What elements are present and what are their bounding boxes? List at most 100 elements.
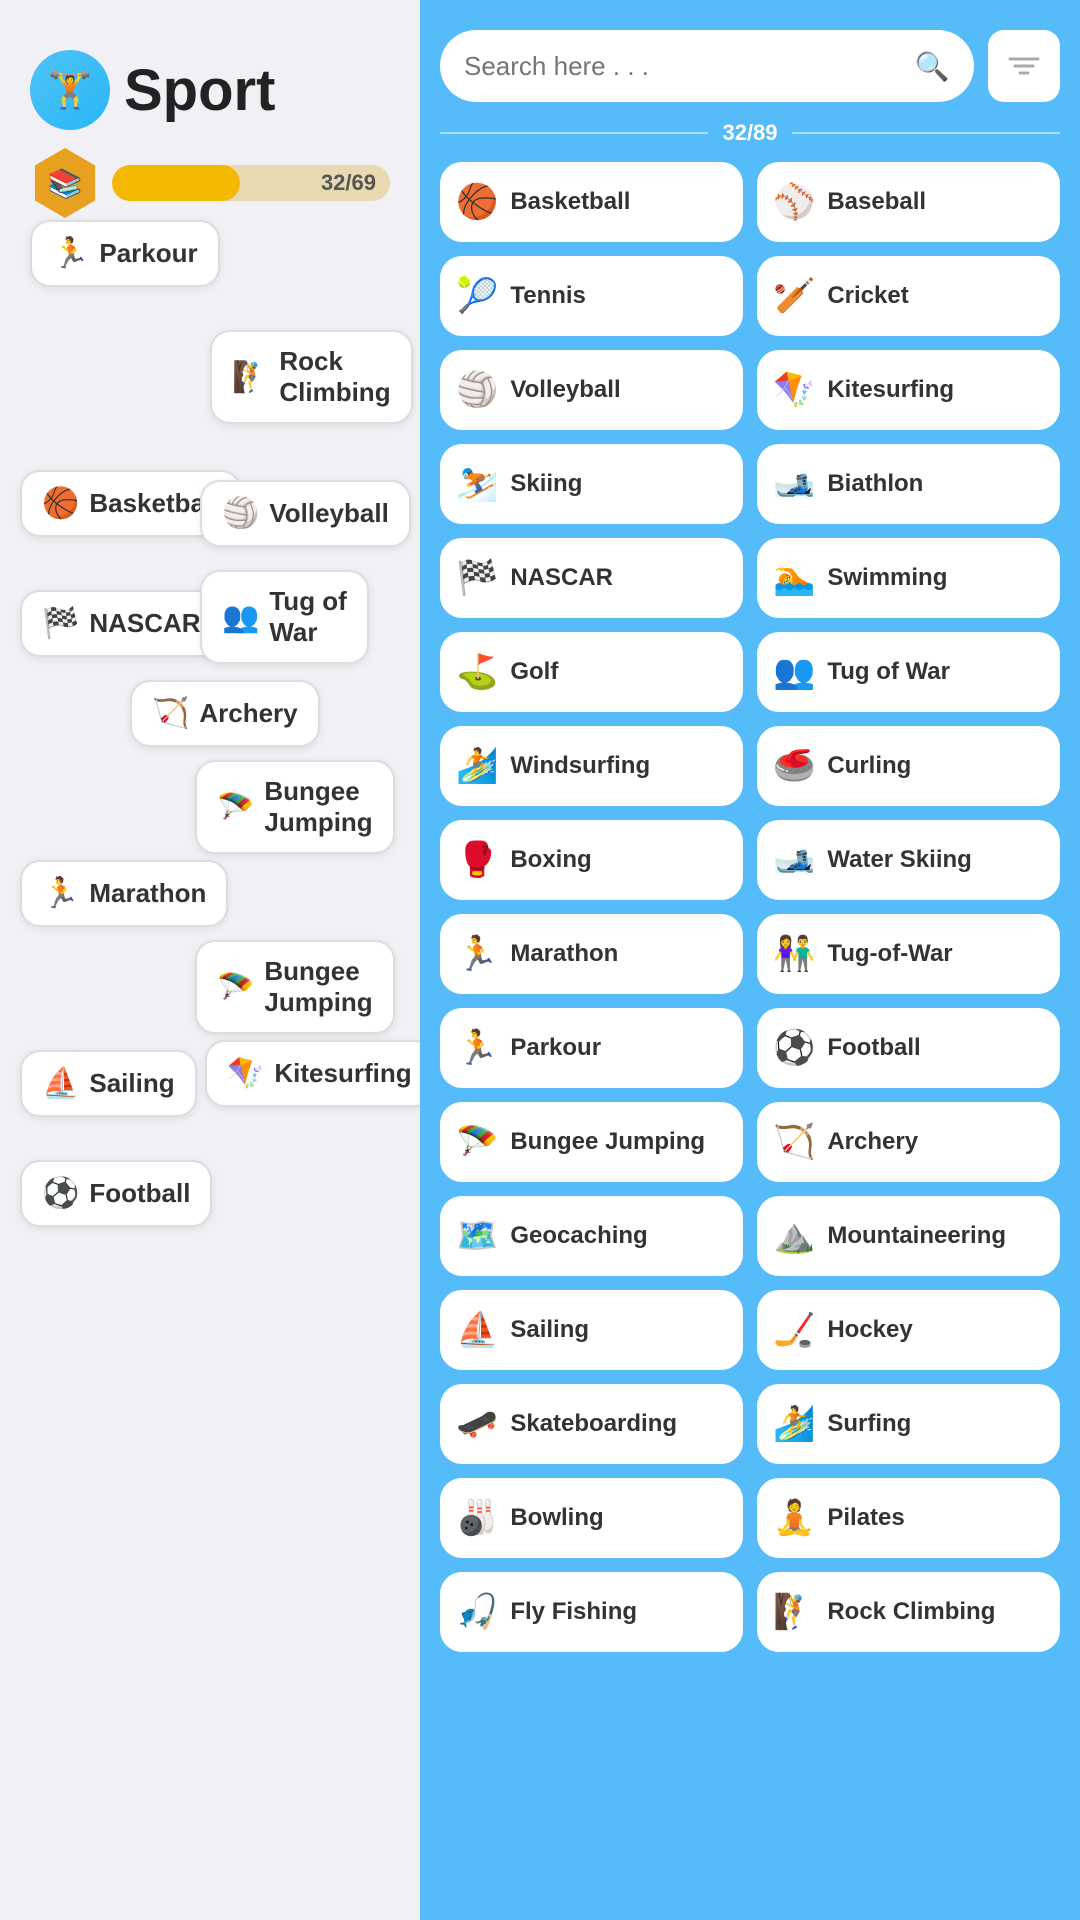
sport-card-22[interactable]: 🗺️Geocaching bbox=[440, 1196, 743, 1276]
vocab-emoji: 🏃 bbox=[42, 876, 79, 911]
vocab-label: Volleyball bbox=[269, 498, 388, 529]
sport-card-28[interactable]: 🎳Bowling bbox=[440, 1478, 743, 1558]
sport-grid: 🏀 Basketball ⚾ Baseball 🎾Tennis🏏Cricket 🏐 Voll… bbox=[440, 162, 1060, 1672]
sport-label: Basketball bbox=[510, 188, 630, 217]
sport-emoji: 🏃 bbox=[456, 934, 498, 974]
vocab-emoji: 👥 bbox=[222, 600, 259, 635]
grid-container[interactable]: 🏀 Basketball ⚾ Baseball 🎾Tennis🏏Cricket 🏐 Voll… bbox=[440, 162, 1060, 1900]
sport-emoji: 🗺️ bbox=[456, 1216, 498, 1256]
sport-label: Archery bbox=[827, 1128, 918, 1157]
sport-label: Mountaineering bbox=[827, 1222, 1006, 1251]
progress-divider: 32/89 bbox=[440, 120, 1060, 146]
sport-card-18[interactable]: 🏃Parkour bbox=[440, 1008, 743, 1088]
sport-label: Surfing bbox=[827, 1410, 911, 1439]
sport-card-10[interactable]: ⛳Golf bbox=[440, 632, 743, 712]
vocab-card-nascar[interactable]: 🏁NASCAR bbox=[20, 590, 223, 657]
progress-bar-fill bbox=[112, 165, 240, 201]
vocab-card-football[interactable]: ⚽Football bbox=[20, 1160, 212, 1227]
sport-emoji: 🏐 bbox=[456, 370, 498, 410]
right-panel: 🔍 32/89 🏀 Basketball ⚾ Baseball 🎾Tennis🏏Cric… bbox=[420, 0, 1080, 1920]
sport-label: Tug of War bbox=[827, 658, 950, 687]
sport-emoji: ⚽ bbox=[773, 1028, 815, 1068]
sport-card-16[interactable]: 🏃 Marathon bbox=[440, 914, 743, 994]
search-input[interactable] bbox=[464, 51, 902, 82]
vocab-card-tug-of-war[interactable]: 👥Tug of War bbox=[200, 570, 369, 664]
sport-label: Curling bbox=[827, 752, 911, 781]
sport-label: Pilates bbox=[827, 1504, 904, 1533]
sport-card-8[interactable]: 🏁NASCAR bbox=[440, 538, 743, 618]
sport-card-9[interactable]: 🏊Swimming bbox=[757, 538, 1060, 618]
sport-card-14[interactable]: 🥊Boxing bbox=[440, 820, 743, 900]
vocab-emoji: 🪁 bbox=[227, 1056, 264, 1091]
sport-emoji: 🧗 bbox=[773, 1592, 815, 1632]
sport-label: Tug-of-War bbox=[827, 940, 952, 969]
sport-card-21[interactable]: 🏹Archery bbox=[757, 1102, 1060, 1182]
sport-label: Baseball bbox=[827, 188, 926, 217]
sport-emoji: 🏒 bbox=[773, 1310, 815, 1350]
sport-card-12[interactable]: 🏄 Windsurfing bbox=[440, 726, 743, 806]
sport-card-29[interactable]: 🧘Pilates bbox=[757, 1478, 1060, 1558]
sport-label: Volleyball bbox=[510, 376, 620, 405]
vocab-emoji: 🏐 bbox=[222, 496, 259, 531]
sport-card-31[interactable]: 🧗Rock Climbing bbox=[757, 1572, 1060, 1652]
vocab-card-marathon[interactable]: 🏃Marathon bbox=[20, 860, 228, 927]
sport-card-0[interactable]: 🏀 Basketball bbox=[440, 162, 743, 242]
vocab-card-sailing[interactable]: ⛵Sailing bbox=[20, 1050, 197, 1117]
sport-label: Windsurfing bbox=[510, 752, 650, 781]
vocab-card-parkour[interactable]: 🏃Parkour bbox=[30, 220, 220, 287]
sport-card-11[interactable]: 👥 Tug of War bbox=[757, 632, 1060, 712]
sport-card-7[interactable]: 🎿Biathlon bbox=[757, 444, 1060, 524]
sport-card-25[interactable]: 🏒Hockey bbox=[757, 1290, 1060, 1370]
sport-emoji: 🪁 bbox=[773, 370, 815, 410]
vocab-card-volleyball[interactable]: 🏐 Volleyball bbox=[200, 480, 411, 547]
sport-label: Football bbox=[827, 1034, 920, 1063]
sport-card-30[interactable]: 🎣 Fly Fishing bbox=[440, 1572, 743, 1652]
vocab-area: 🏃Parkour🧗Rock Climbing🏀Basketball🏐Volley… bbox=[0, 200, 420, 1900]
sport-emoji: 🎿 bbox=[773, 464, 815, 504]
sport-card-27[interactable]: 🏄 Surfing bbox=[757, 1384, 1060, 1464]
sport-label: Skateboarding bbox=[510, 1410, 677, 1439]
sport-label: Skiing bbox=[510, 470, 582, 499]
vocab-card-kitesurfing[interactable]: 🪁Kitesurfing bbox=[205, 1040, 420, 1107]
page-title: Sport bbox=[124, 57, 275, 124]
sport-emoji: 🏄 bbox=[773, 1404, 815, 1444]
vocab-emoji: 🏀 bbox=[42, 486, 79, 521]
sport-card-20[interactable]: 🪂Bungee Jumping bbox=[440, 1102, 743, 1182]
vocab-card-bungee1[interactable]: 🪂Bungee Jumping bbox=[195, 760, 395, 854]
sport-card-17[interactable]: 👫Tug-of-War bbox=[757, 914, 1060, 994]
sport-emoji: 🏀 bbox=[456, 182, 498, 222]
sport-card-1[interactable]: ⚾ Baseball bbox=[757, 162, 1060, 242]
sport-card-13[interactable]: 🥌Curling bbox=[757, 726, 1060, 806]
sport-card-24[interactable]: ⛵Sailing bbox=[440, 1290, 743, 1370]
divider-line-right bbox=[792, 132, 1060, 134]
sport-card-19[interactable]: ⚽ Football bbox=[757, 1008, 1060, 1088]
sport-card-5[interactable]: 🪁Kitesurfing bbox=[757, 350, 1060, 430]
sport-card-4[interactable]: 🏐 Volleyball bbox=[440, 350, 743, 430]
vocab-emoji: 🏃 bbox=[52, 236, 89, 271]
search-icon[interactable]: 🔍 bbox=[914, 48, 950, 84]
vocab-card-rock-climbing[interactable]: 🧗Rock Climbing bbox=[210, 330, 413, 424]
sport-label: Marathon bbox=[510, 940, 618, 969]
sport-emoji: ⛷️ bbox=[456, 464, 498, 504]
sport-card-23[interactable]: ⛰️Mountaineering bbox=[757, 1196, 1060, 1276]
sport-emoji: 🛹 bbox=[456, 1404, 498, 1444]
vocab-label: Rock Climbing bbox=[279, 346, 390, 408]
sport-label: Fly Fishing bbox=[510, 1598, 637, 1627]
filter-button[interactable] bbox=[988, 30, 1060, 102]
sport-label: Golf bbox=[510, 658, 558, 687]
left-panel: 🏋️ Sport 📚 32/69 🏃Parkour🧗Rock Climbing🏀… bbox=[0, 0, 420, 1920]
sport-emoji: 🏄 bbox=[456, 746, 498, 786]
vocab-emoji: 🏁 bbox=[42, 606, 79, 641]
sport-card-26[interactable]: 🛹 Skateboarding bbox=[440, 1384, 743, 1464]
sport-label: Bowling bbox=[510, 1504, 603, 1533]
vocab-emoji: 🪂 bbox=[217, 790, 254, 825]
sport-emoji: ⚾ bbox=[773, 182, 815, 222]
sport-emoji: 👥 bbox=[773, 652, 815, 692]
sport-card-15[interactable]: 🎿Water Skiing bbox=[757, 820, 1060, 900]
sport-card-3[interactable]: 🏏Cricket bbox=[757, 256, 1060, 336]
sport-card-6[interactable]: ⛷️ Skiing bbox=[440, 444, 743, 524]
vocab-card-archery[interactable]: 🏹Archery bbox=[130, 680, 320, 747]
sport-emoji: 🎣 bbox=[456, 1592, 498, 1632]
sport-card-2[interactable]: 🎾Tennis bbox=[440, 256, 743, 336]
vocab-card-bungee2[interactable]: 🪂Bungee Jumping bbox=[195, 940, 395, 1034]
